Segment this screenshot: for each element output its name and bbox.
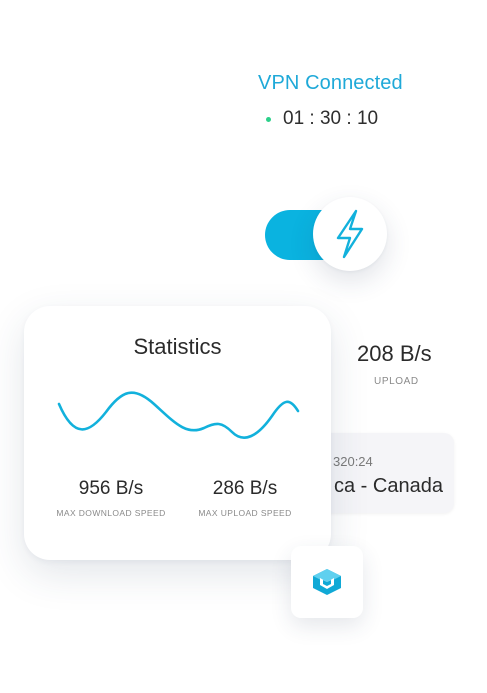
max-upload-value: 286 B/s [212, 478, 278, 499]
max-download-metric: 956 B/s MAX DOWNLOAD SPEED [36, 478, 186, 518]
max-upload-label: MAX UPLOAD SPEED [198, 508, 292, 518]
upload-speed-value: 208 B/s [357, 341, 432, 366]
logo-tile[interactable] [291, 546, 363, 618]
lightning-bolt-icon [336, 209, 364, 259]
max-download-value: 956 B/s [78, 478, 144, 499]
upload-speed-label: UPLOAD [374, 376, 419, 387]
max-upload-metric: 286 B/s MAX UPLOAD SPEED [170, 478, 320, 518]
statistics-card: Statistics 956 B/s MAX DOWNLOAD SPEED 28… [24, 306, 331, 560]
speed-graph [57, 391, 300, 439]
connected-dot-icon [266, 116, 271, 122]
timer-value: 01 : 30 : 10 [283, 108, 379, 129]
toggle-knob[interactable] [313, 197, 387, 271]
app-logo-icon [313, 569, 341, 595]
statistics-title: Statistics [133, 334, 222, 359]
server-ip: 320:24 [333, 454, 373, 469]
max-download-label: MAX DOWNLOAD SPEED [56, 508, 166, 518]
server-location: ca - Canada [334, 475, 443, 497]
connection-timer: 01 : 30 : 10 [266, 108, 378, 130]
vpn-status-title: VPN Connected [258, 72, 403, 94]
speed-graph-line [57, 391, 300, 439]
